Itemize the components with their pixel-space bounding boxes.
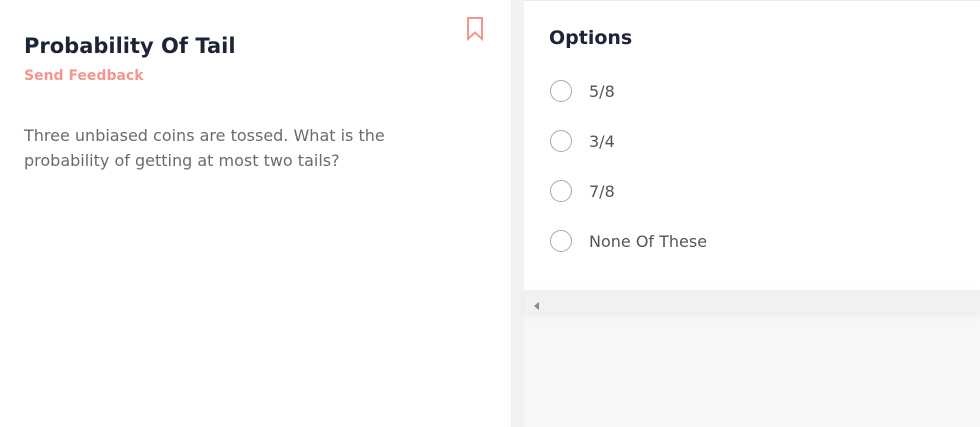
horizontal-scrollbar[interactable] (524, 290, 980, 312)
bookmark-icon[interactable] (465, 16, 485, 42)
radio-button[interactable] (550, 180, 572, 202)
radio-button[interactable] (550, 130, 572, 152)
option-label: 5/8 (589, 81, 615, 101)
options-title: Options (549, 27, 633, 49)
option-label: None Of These (589, 231, 708, 251)
question-panel: Probability Of Tail Send Feedback Three … (0, 0, 512, 427)
panel-divider[interactable] (512, 0, 524, 427)
option-7-8[interactable]: 7/8 (550, 178, 950, 204)
option-label: 3/4 (589, 131, 615, 151)
option-3-4[interactable]: 3/4 (550, 128, 950, 154)
radio-button[interactable] (550, 230, 572, 252)
options-panel: Options 5/8 3/4 7/8 None Of These (524, 0, 980, 290)
send-feedback-link[interactable]: Send Feedback (24, 68, 144, 84)
question-text: Three unbiased coins are tossed. What is… (24, 126, 385, 170)
option-5-8[interactable]: 5/8 (550, 78, 950, 104)
radio-button[interactable] (550, 80, 572, 102)
option-none-of-these[interactable]: None Of These (550, 228, 950, 254)
triangle-left-icon[interactable] (532, 296, 542, 310)
question-title: Probability Of Tail (24, 34, 236, 58)
app-root: Probability Of Tail Send Feedback Three … (0, 0, 980, 427)
option-label: 7/8 (589, 181, 615, 201)
